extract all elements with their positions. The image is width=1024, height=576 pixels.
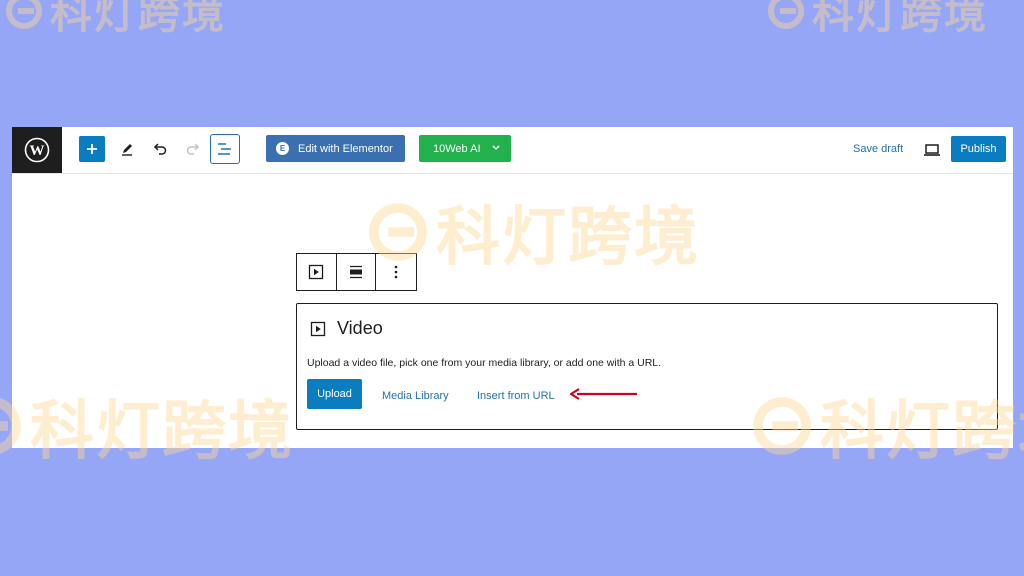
block-toolbar	[296, 253, 417, 291]
align-button[interactable]	[337, 254, 377, 290]
watermark-top-left: 科灯跨境	[4, 0, 226, 41]
undo-icon	[153, 143, 167, 155]
undo-button[interactable]	[147, 136, 173, 162]
pencil-icon	[122, 144, 132, 156]
upload-button[interactable]: Upload	[307, 379, 362, 409]
insert-from-url-button[interactable]: Insert from URL	[477, 390, 555, 402]
block-editor: W E Edit with Elementor 10Web AI Save dr…	[12, 127, 1013, 448]
more-options-button[interactable]	[376, 254, 416, 290]
wordpress-logo-icon: W	[24, 137, 50, 163]
list-view-icon	[218, 143, 231, 155]
block-type-button[interactable]	[297, 254, 337, 290]
watermark-top-right: 科灯跨境	[766, 0, 988, 41]
wordpress-logo-button[interactable]: W	[12, 127, 62, 173]
laptop-icon	[924, 144, 940, 156]
watermark-logo-icon	[768, 0, 804, 29]
video-block-icon	[309, 264, 324, 280]
preview-button[interactable]	[919, 137, 945, 163]
redo-icon	[186, 143, 200, 155]
red-arrow-annotation	[569, 388, 637, 400]
watermark-logo-icon	[6, 0, 42, 29]
tenweb-label: 10Web AI	[433, 142, 481, 155]
video-block-title: Video	[337, 318, 383, 338]
media-library-button[interactable]: Media Library	[382, 390, 449, 402]
tools-button[interactable]	[114, 136, 140, 162]
plus-icon	[87, 144, 97, 154]
publish-button[interactable]: Publish	[951, 136, 1006, 162]
add-block-button[interactable]	[79, 136, 105, 162]
editor-topbar: W E Edit with Elementor 10Web AI Save dr…	[12, 127, 1013, 174]
save-draft-button[interactable]: Save draft	[853, 143, 903, 155]
elementor-icon: E	[276, 142, 289, 155]
redo-button[interactable]	[180, 136, 206, 162]
list-view-button[interactable]	[210, 134, 240, 164]
chevron-down-icon	[492, 145, 500, 151]
svg-text:W: W	[30, 143, 45, 159]
align-icon	[350, 265, 362, 279]
video-block: Video Upload a video file, pick one from…	[296, 303, 998, 430]
more-options-icon	[394, 265, 398, 279]
edit-with-elementor-button[interactable]: E Edit with Elementor	[266, 135, 405, 162]
video-icon	[310, 321, 326, 337]
video-block-instructions: Upload a video file, pick one from your …	[307, 357, 662, 369]
tenweb-ai-button[interactable]: 10Web AI	[419, 135, 511, 162]
elementor-label: Edit with Elementor	[298, 142, 393, 155]
